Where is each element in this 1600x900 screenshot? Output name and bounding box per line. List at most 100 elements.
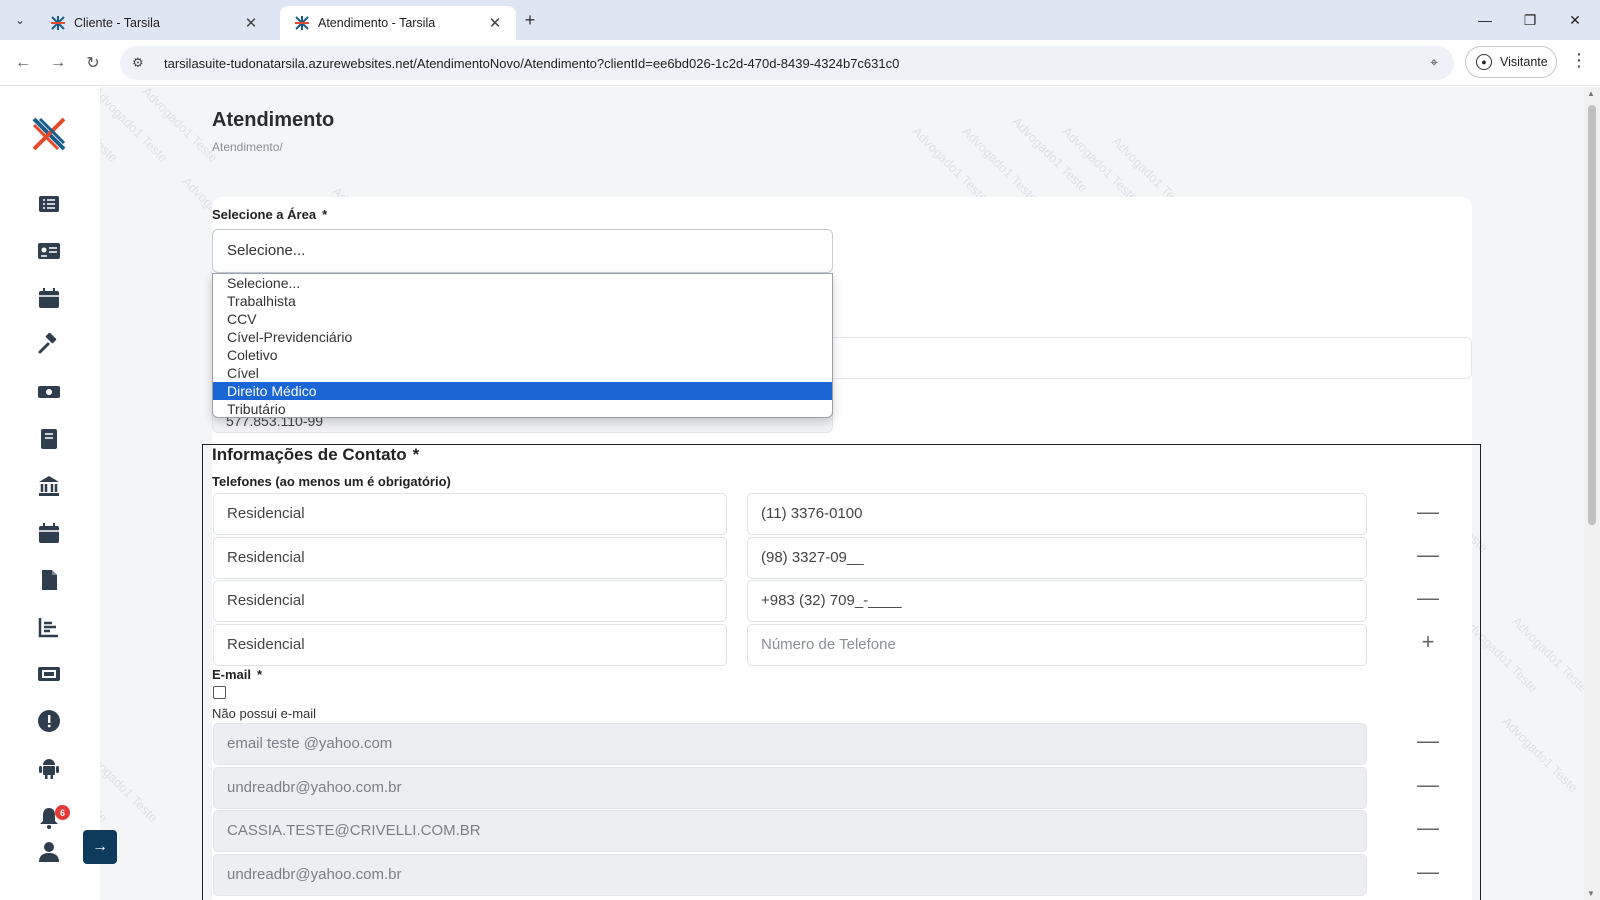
watermark: Advogado1 Teste [1059, 123, 1141, 206]
email-input[interactable]: undreadbr@yahoo.com.br [213, 854, 1367, 896]
scroll-up-icon[interactable]: ▲ [1587, 89, 1595, 98]
chart-icon[interactable] [36, 614, 62, 640]
area-option[interactable]: CCV [213, 310, 832, 328]
breadcrumb[interactable]: Atendimento/ [212, 140, 283, 154]
area-select[interactable]: Selecione... [212, 229, 833, 273]
area-dropdown-list[interactable]: Selecione... Trabalhista CCV Cível-Previ… [212, 273, 833, 418]
browser-tab-cliente[interactable]: Cliente - Tarsila ✕ [36, 6, 272, 40]
close-icon[interactable]: ✕ [242, 14, 260, 32]
email-label-text: E-mail [212, 667, 252, 682]
email-input[interactable]: undreadbr@yahoo.com.br [213, 767, 1367, 809]
area-label-text: Selecione a Área [212, 207, 317, 222]
contact-title: Informações de Contato * [212, 445, 419, 465]
remove-phone-minus-icon[interactable]: — [1416, 542, 1440, 567]
bank-icon[interactable] [36, 473, 62, 499]
area-option[interactable]: Selecione... [213, 274, 832, 292]
area-option[interactable]: Cível-Previdenciário [213, 328, 832, 346]
watermark: Advogado1 Teste [909, 123, 991, 206]
phones-label: Telefones (ao menos um é obrigatório) [212, 474, 451, 489]
restore-icon[interactable]: ❐ [1515, 8, 1545, 32]
book-icon[interactable] [36, 426, 62, 452]
site-settings-icon[interactable]: ⚙ [132, 55, 152, 71]
phone-number-input-empty[interactable]: Número de Telefone [747, 624, 1367, 666]
tab-search-chevron-icon[interactable]: ⌄ [8, 8, 32, 32]
phone-number-input[interactable]: (98) 3327-09__ [747, 537, 1367, 579]
remove-email-minus-icon[interactable]: — [1416, 772, 1440, 797]
area-label: Selecione a Área * [212, 207, 327, 222]
notification-badge: 6 [55, 805, 70, 820]
no-email-label: Não possui e-mail [212, 706, 317, 721]
list-icon[interactable] [36, 191, 62, 217]
area-option[interactable]: Trabalhista [213, 292, 832, 310]
calendar-alt-icon[interactable] [36, 520, 62, 546]
user-icon[interactable] [36, 839, 62, 865]
expand-sidebar-button[interactable]: → [83, 830, 117, 864]
money-icon[interactable] [36, 379, 62, 405]
browser-tab-atendimento[interactable]: Atendimento - Tarsila ✕ [280, 6, 516, 40]
alert-icon[interactable] [36, 708, 62, 734]
tab-title: Cliente - Tarsila [74, 16, 160, 30]
phone-number-input[interactable]: +983 (32) 709_-____ [747, 580, 1367, 622]
profile-icon: ● [1476, 54, 1492, 70]
tab-title: Atendimento - Tarsila [318, 16, 436, 30]
location-pin-icon[interactable]: ⌖ [1430, 54, 1438, 71]
reload-icon[interactable]: ↻ [80, 50, 106, 76]
email-input[interactable]: email teste @yahoo.com [213, 723, 1367, 765]
tarsila-favicon-icon [51, 16, 65, 30]
window-close-icon[interactable]: ✕ [1560, 8, 1590, 32]
area-option[interactable]: Coletivo [213, 346, 832, 364]
scrollbar-thumb[interactable] [1588, 105, 1596, 525]
id-card-icon[interactable] [36, 238, 62, 264]
new-tab-plus-icon[interactable]: + [518, 8, 542, 32]
browser-menu-icon[interactable]: ⋮ [1570, 50, 1588, 71]
phone-type-select[interactable]: Residencial [213, 537, 727, 579]
phone-number-input[interactable]: (11) 3376-0100 [747, 493, 1367, 535]
phone-type-select[interactable]: Residencial [213, 493, 727, 535]
android-icon[interactable] [36, 755, 62, 781]
area-option-highlighted[interactable]: Direito Médico [213, 382, 832, 400]
required-marker: * [257, 667, 263, 682]
phone-type-select[interactable]: Residencial [213, 580, 727, 622]
arrow-right-icon: → [92, 838, 108, 855]
email-label: E-mail * [212, 667, 262, 682]
profile-button[interactable]: ● Visitante [1465, 46, 1557, 78]
phone-type-select[interactable]: Residencial [213, 624, 727, 666]
watermark: Advogado1 Teste [959, 123, 1041, 206]
watermark: Advogado1 Teste [1499, 713, 1581, 796]
page-viewport: Advogado1 Teste Advogado1 Teste Advogado… [0, 87, 1584, 900]
scroll-down-icon[interactable]: ▼ [1587, 889, 1595, 898]
sidebar: 6 [0, 87, 100, 900]
email-input[interactable]: CASSIA.TESTE@CRIVELLI.COM.BR [213, 810, 1367, 852]
remove-email-minus-icon[interactable]: — [1416, 859, 1440, 884]
remove-phone-minus-icon[interactable]: — [1416, 585, 1440, 610]
ticket-icon[interactable] [36, 661, 62, 687]
no-email-checkbox[interactable] [213, 686, 226, 699]
profile-label: Visitante [1500, 55, 1548, 69]
watermark: Advogado1 Teste [89, 87, 171, 166]
page-scrollbar[interactable]: ▲ ▼ [1584, 87, 1600, 900]
watermark: Advogado1 Teste [1509, 613, 1584, 696]
contact-title-text: Informações de Contato [212, 445, 407, 464]
back-arrow-icon[interactable]: ← [10, 50, 36, 76]
area-option[interactable]: Tributário [213, 400, 832, 418]
address-bar[interactable]: ⚙ tarsilasuite-tudonatarsila.azurewebsit… [120, 46, 1454, 80]
forward-arrow-icon[interactable]: → [45, 50, 71, 76]
browser-toolbar: ← → ↻ ⚙ tarsilasuite-tudonatarsila.azure… [0, 40, 1600, 86]
remove-email-minus-icon[interactable]: — [1416, 728, 1440, 753]
tarsila-favicon-icon [295, 16, 309, 30]
tarsila-logo-icon [32, 117, 66, 151]
remove-email-minus-icon[interactable]: — [1416, 815, 1440, 840]
page-title: Atendimento [212, 109, 335, 131]
watermark: Advogado1 Teste [1009, 113, 1091, 196]
close-icon[interactable]: ✕ [486, 14, 504, 32]
gavel-icon[interactable] [36, 332, 62, 358]
remove-phone-minus-icon[interactable]: — [1416, 499, 1440, 524]
browser-tab-bar: ⌄ Cliente - Tarsila ✕ Atendimento - Tars… [0, 0, 1600, 40]
required-marker: * [412, 445, 420, 464]
minimize-icon[interactable]: — [1470, 8, 1500, 32]
required-marker: * [322, 207, 328, 222]
add-phone-plus-icon[interactable]: + [1416, 629, 1440, 654]
document-icon[interactable] [36, 567, 62, 593]
calendar-icon[interactable] [36, 285, 62, 311]
area-option[interactable]: Cível [213, 364, 832, 382]
